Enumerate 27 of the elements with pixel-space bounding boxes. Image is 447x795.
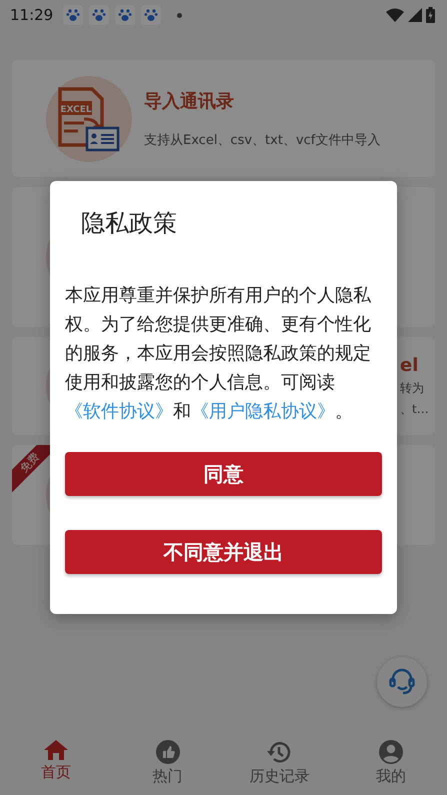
card-title: el	[400, 354, 418, 376]
dialog-button[interactable]: 不同意并退出	[65, 530, 382, 574]
feature-card[interactable]: EXCEL 导入通讯录 支持从Excel、csv、txt、vcf文件中导入	[12, 60, 435, 177]
nav-tab[interactable]: 首页	[0, 733, 112, 795]
thumbs-up-icon	[154, 739, 181, 765]
card-title: 导入通讯录	[144, 90, 235, 112]
headset-icon	[387, 667, 417, 697]
dialog-message: 本应用尊重并保护所有用户的个人隐私权。为了给您提供更准确、更有个性化的服务，本应用会按照隐私政策的规定使用和披露您的个人信息。可阅读 《软件协议》和《用户隐私协议》。	[65, 284, 372, 424]
home-icon	[42, 739, 69, 761]
agreement-link[interactable]: 《用户隐私协议》	[191, 401, 335, 422]
profile-icon	[378, 739, 404, 765]
nav-tab[interactable]: 我的	[335, 733, 447, 795]
history-icon	[266, 739, 292, 765]
more-notifications-icon	[177, 12, 182, 18]
dialog-button[interactable]: 同意	[65, 452, 382, 496]
agreement-link[interactable]: 《软件协议》	[65, 401, 173, 422]
signal-icon	[408, 8, 422, 22]
card-description: 转为	[400, 380, 424, 396]
wifi-icon	[386, 8, 404, 22]
customer-service-button[interactable]	[377, 657, 427, 707]
nav-tab[interactable]: 历史记录	[224, 733, 336, 795]
dialog-title: 隐私政策	[81, 208, 178, 239]
battery-icon	[426, 7, 435, 23]
card-description: 支持从Excel、csv、txt、vcf文件中导入	[144, 132, 380, 148]
status-time: 11:29	[10, 6, 54, 24]
card-description: 、t…	[400, 400, 429, 418]
nav-tab[interactable]: 热门	[112, 733, 224, 795]
